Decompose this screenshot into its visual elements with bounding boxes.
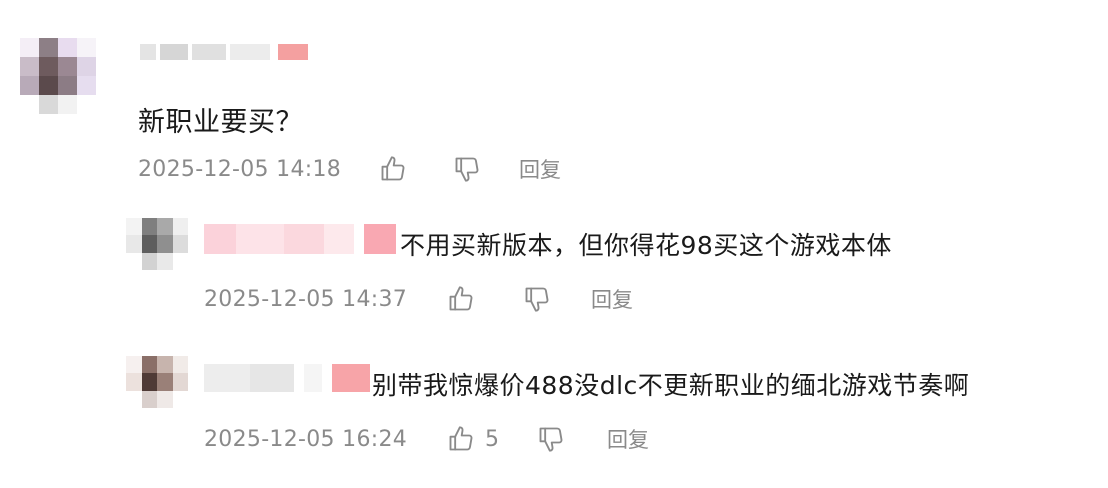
like-count: 5	[485, 426, 500, 452]
reply-timestamp: 2025-12-05 16:24	[204, 426, 408, 452]
reply-avatar[interactable]	[126, 218, 188, 270]
comment-text: 新职业要买？	[138, 107, 303, 138]
like-button[interactable]	[447, 285, 475, 313]
thumbs-down-icon	[525, 287, 549, 312]
reply-username[interactable]	[204, 224, 396, 254]
username[interactable]	[140, 44, 308, 60]
comment-meta: 2025-12-05 14:18 回复	[138, 154, 561, 184]
dislike-button[interactable]	[537, 425, 565, 453]
like-button[interactable]	[379, 155, 407, 183]
comment-timestamp: 2025-12-05 14:18	[138, 156, 342, 182]
thumbs-up-icon	[449, 286, 473, 311]
like-button[interactable]: 5	[447, 425, 499, 453]
reply-text: 不用买新版本，但你得花98买这个游戏本体	[400, 231, 892, 260]
thumbs-up-icon	[381, 156, 405, 181]
reply-timestamp: 2025-12-05 14:37	[204, 286, 408, 312]
reply-username[interactable]	[204, 364, 370, 392]
reply-meta: 2025-12-05 16:24 5 回复	[204, 424, 649, 454]
reply-text: 别带我惊爆价488没dlc不更新职业的缅北游戏节奏啊	[372, 371, 970, 400]
dislike-button[interactable]	[523, 285, 551, 313]
avatar[interactable]	[20, 38, 96, 114]
thumbs-up-icon	[449, 426, 473, 451]
dislike-button[interactable]	[453, 155, 481, 183]
reply-button[interactable]: 回复	[607, 424, 649, 454]
reply-meta: 2025-12-05 14:37 回复	[204, 284, 633, 314]
reply-button[interactable]: 回复	[591, 284, 633, 314]
thumbs-down-icon	[539, 427, 563, 452]
reply-avatar[interactable]	[126, 356, 188, 408]
thumbs-down-icon	[455, 157, 479, 182]
reply-button[interactable]: 回复	[519, 154, 561, 184]
